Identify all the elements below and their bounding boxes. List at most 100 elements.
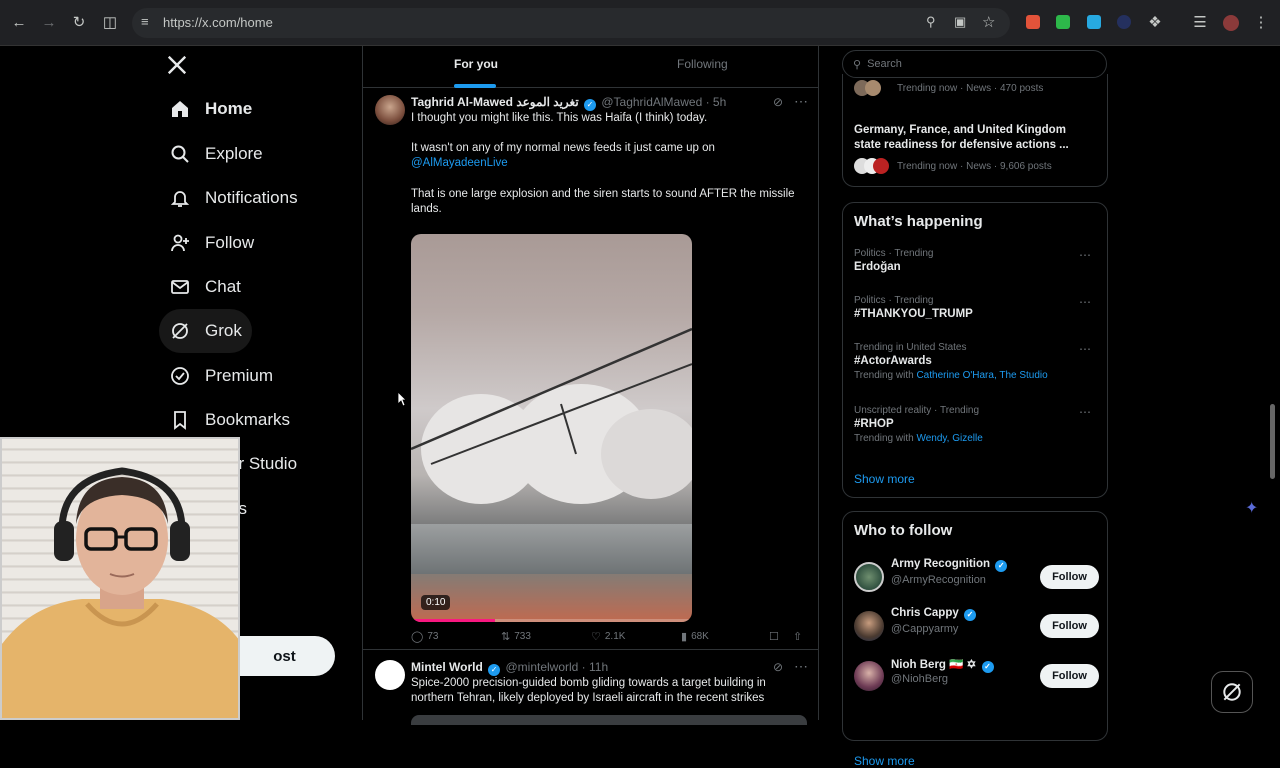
nav-notifications[interactable]: Notifications [159,176,308,220]
trend-context: Politics · Trending [854,295,934,306]
bookmark-icon [169,409,191,431]
profile-avatar[interactable] [1223,15,1239,31]
account-name: Chris Cappy [891,607,959,619]
nav-chat[interactable]: Chat [159,265,251,309]
show-more-link[interactable]: Show more [854,472,915,486]
video-progress-bar[interactable] [411,619,692,622]
follow-suggestion[interactable]: Chris Cappy ✓ @Cappyarmy Follow [854,607,1099,647]
author-name[interactable]: Taghrid Al-Mawed تغريد الموعد [411,95,579,109]
extensions-puzzle-icon[interactable]: ❖ [1144,11,1166,33]
grok-button[interactable] [1211,671,1253,713]
tab-for-you[interactable]: For you [454,57,498,71]
follow-button[interactable]: Follow [1040,565,1099,589]
author-handle[interactable]: @mintelworld · 11h [505,660,608,674]
share-icon: ⇧ [793,631,803,643]
nav-grok[interactable]: Grok [159,309,252,353]
trend-context: Trending in United States [854,342,967,353]
reply-button[interactable]: ◯ 73 [411,630,438,643]
show-more-link[interactable]: Show more [854,754,915,768]
author-name[interactable]: Mintel World [411,660,483,674]
avatar[interactable] [854,661,884,691]
url-text[interactable]: https://x.com/home [163,15,273,30]
views-button[interactable]: ▮ 68K [681,630,709,643]
tweet-text: That is one large explosion and the sire… [411,188,795,215]
nav-premium[interactable]: Premium [159,354,283,398]
extension-icon[interactable] [1087,15,1101,29]
trend-title: #RHOP [854,418,894,430]
tweet-header: Taghrid Al-Mawed تغريد الموعد ✓ @Taghrid… [411,95,726,111]
bookmark-button[interactable]: ☐ [769,630,783,643]
trend-avatars [854,158,889,174]
trending-with-links[interactable]: Catherine O'Hara, The Studio [916,370,1047,381]
avatar[interactable] [854,562,884,592]
more-options-icon[interactable]: ⋯ [1079,342,1091,356]
repost-button[interactable]: ⇅ 733 [501,630,531,643]
divider [363,649,818,650]
trending-card: Trending now · News · 470 posts Germany,… [842,74,1108,187]
grok-explain-icon[interactable]: ⊘ [773,660,783,674]
more-options-icon[interactable]: ⋯ [1079,248,1091,262]
x-logo-icon[interactable] [166,54,190,78]
trend-avatars [854,80,888,96]
scrollbar-thumb[interactable] [1270,404,1275,479]
nav-explore[interactable]: Explore [159,132,273,176]
avatar[interactable] [854,611,884,641]
address-bar[interactable]: ≡ https://x.com/home ⚲ ▣ ☆ [132,8,1010,38]
nav-label: Premium [205,366,274,385]
trending-with-label: Trending with [854,433,914,444]
tweet-actions: ◯ 73 ⇅ 733 ♡ 2.1K ▮ 68K ☐ ⇧ [411,630,807,648]
nav-label: Chat [205,277,241,296]
heart-icon: ♡ [591,631,601,643]
mention-link[interactable]: @AlMayadeenLive [411,157,508,169]
grok-explain-icon[interactable]: ⊘ [773,95,783,109]
install-icon[interactable]: ▣ [954,14,966,30]
author-handle[interactable]: @TaghridAlMawed · 5h [601,95,726,109]
avatar[interactable] [375,660,405,690]
trend-item[interactable]: Politics · Trending Erdoğan ⋯ [854,248,1099,273]
reading-list-icon[interactable]: ☰ [1189,11,1211,33]
extension-icon[interactable] [1056,15,1070,29]
trend-item[interactable]: Unscripted reality · Trending #RHOP Tren… [854,405,1099,444]
back-icon[interactable]: ← [8,11,30,33]
site-settings-icon[interactable]: ≡ [141,14,149,29]
grok-icon [1223,683,1241,701]
extension-icon[interactable] [1117,15,1131,29]
nav-follow[interactable]: Follow [159,221,264,265]
account-name: Army Recognition [891,558,991,570]
more-options-icon[interactable]: ⋯ [794,93,808,110]
split-view-icon[interactable]: ◫ [99,11,121,33]
follow-button[interactable]: Follow [1040,664,1099,688]
tweet-text: Spice-2000 precision-guided bomb gliding… [411,677,766,704]
more-options-icon[interactable]: ⋯ [1079,405,1091,419]
menu-icon[interactable]: ⋮ [1250,11,1272,33]
right-sidebar: ⚲ Search Trending now · News · 470 posts… [842,46,1108,768]
follow-button[interactable]: Follow [1040,614,1099,638]
more-options-icon[interactable]: ⋯ [1079,295,1091,309]
tab-following[interactable]: Following [677,57,728,71]
more-options-icon[interactable]: ⋯ [794,658,808,675]
browser-toolbar: ← → ↻ ◫ ≡ https://x.com/home ⚲ ▣ ☆ ❖ ☰ ⋮ [0,0,1280,46]
nav-home[interactable]: Home [159,87,262,131]
verified-badge-icon: ✓ [995,560,1008,572]
tweet[interactable]: Taghrid Al-Mawed تغريد الموعد ✓ @Taghrid… [363,93,818,643]
follow-suggestion[interactable]: Nioh Berg 🇮🇷 ✡ ✓ @NiohBerg Follow [854,657,1099,697]
bookmark-star-icon[interactable]: ☆ [982,13,995,31]
nav-bookmarks[interactable]: Bookmarks [159,398,300,442]
reload-icon[interactable]: ↻ [68,11,90,33]
webcam-person [2,467,238,718]
like-button[interactable]: ♡ 2.1K [591,630,625,643]
share-button[interactable]: ⇧ [793,630,806,643]
trend-item[interactable]: Politics · Trending #THANKYOU_TRUMP ⋯ [854,295,1099,320]
trend-title[interactable]: Germany, France, and United Kingdom stat… [854,123,1079,153]
follow-suggestion[interactable]: Army Recognition ✓ @ArmyRecognition Foll… [854,558,1099,598]
trend-item[interactable]: Trending in United States #ActorAwards T… [854,342,1099,381]
tweet[interactable]: Mintel World ✓ @mintelworld · 11h ⊘ ⋯ Sp… [363,658,818,725]
extension-icon[interactable] [1026,15,1040,29]
forward-icon[interactable]: → [38,11,60,33]
tweet-media[interactable] [411,715,807,725]
tweet-video[interactable]: 0:10 [411,234,692,622]
trending-with-links[interactable]: Wendy, Gizelle [916,433,982,444]
mouse-cursor-icon [398,392,406,406]
zoom-icon[interactable]: ⚲ [926,14,936,30]
avatar[interactable] [375,95,405,125]
